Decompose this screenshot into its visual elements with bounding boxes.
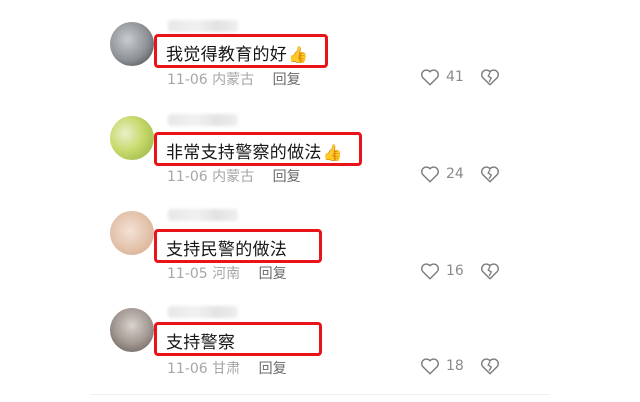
comment-meta: 11-06 内蒙古 回复 bbox=[167, 69, 301, 89]
comment-text: 支持民警的做法 bbox=[166, 235, 287, 260]
avatar[interactable] bbox=[110, 308, 154, 352]
comment-location: 内蒙古 bbox=[212, 72, 255, 88]
comment-date: 11-06 bbox=[167, 72, 208, 88]
comment-body: 支持民警的做法 bbox=[166, 240, 288, 260]
like-button[interactable]: 24 bbox=[420, 165, 464, 183]
like-button[interactable]: 18 bbox=[420, 357, 464, 375]
comment-text: 非常支持警察的做法👍 bbox=[166, 138, 343, 163]
comment-date: 11-05 bbox=[167, 266, 208, 282]
comment-body: 非常支持警察的做法 bbox=[166, 143, 322, 163]
like-count: 16 bbox=[446, 263, 464, 279]
like-button[interactable]: 16 bbox=[420, 262, 464, 280]
username-blurred[interactable] bbox=[168, 306, 238, 318]
broken-heart-icon[interactable] bbox=[480, 262, 500, 280]
comment-item: 非常支持警察的做法👍 11-06 内蒙古 回复 24 bbox=[0, 108, 640, 198]
avatar[interactable] bbox=[110, 22, 154, 66]
comment-item: 支持民警的做法 11-05 河南 回复 16 bbox=[0, 205, 640, 295]
like-count: 24 bbox=[446, 166, 464, 182]
reply-button[interactable]: 回复 bbox=[259, 266, 287, 282]
avatar[interactable] bbox=[110, 116, 154, 160]
username-blurred[interactable] bbox=[168, 20, 238, 32]
comment-text: 我觉得教育的好👍 bbox=[166, 40, 308, 65]
broken-heart-icon[interactable] bbox=[480, 68, 500, 86]
heart-outline-icon bbox=[421, 263, 439, 280]
like-count: 18 bbox=[446, 358, 464, 374]
username-blurred[interactable] bbox=[168, 114, 238, 126]
thumbs-up-icon: 👍 bbox=[322, 143, 343, 162]
avatar[interactable] bbox=[110, 211, 154, 255]
broken-heart-icon[interactable] bbox=[480, 165, 500, 183]
reply-button[interactable]: 回复 bbox=[273, 169, 301, 185]
divider bbox=[90, 394, 550, 395]
reply-button[interactable]: 回复 bbox=[273, 72, 301, 88]
comment-body: 支持警察 bbox=[166, 333, 236, 353]
comment-location: 内蒙古 bbox=[212, 169, 255, 185]
like-button[interactable]: 41 bbox=[420, 68, 464, 86]
broken-heart-icon[interactable] bbox=[480, 357, 500, 375]
thumbs-up-icon: 👍 bbox=[288, 45, 309, 64]
comment-date: 11-06 bbox=[167, 361, 208, 377]
comment-item: 我觉得教育的好👍 11-06 内蒙古 回复 41 bbox=[0, 12, 640, 102]
heart-outline-icon bbox=[421, 69, 439, 86]
comment-meta: 11-05 河南 回复 bbox=[167, 263, 287, 283]
comment-meta: 11-06 甘肃 回复 bbox=[167, 358, 287, 378]
comment-location: 甘肃 bbox=[212, 361, 241, 377]
comment-body: 我觉得教育的好 bbox=[166, 45, 288, 65]
comment-date: 11-06 bbox=[167, 169, 208, 185]
heart-outline-icon bbox=[421, 166, 439, 183]
like-count: 41 bbox=[446, 69, 464, 85]
comment-location: 河南 bbox=[212, 266, 241, 282]
comment-item: 支持警察 11-06 甘肃 回复 18 bbox=[0, 300, 640, 390]
reply-button[interactable]: 回复 bbox=[259, 361, 287, 377]
username-blurred[interactable] bbox=[168, 209, 238, 221]
heart-outline-icon bbox=[421, 358, 439, 375]
comment-text: 支持警察 bbox=[166, 328, 235, 353]
comment-meta: 11-06 内蒙古 回复 bbox=[167, 166, 301, 186]
